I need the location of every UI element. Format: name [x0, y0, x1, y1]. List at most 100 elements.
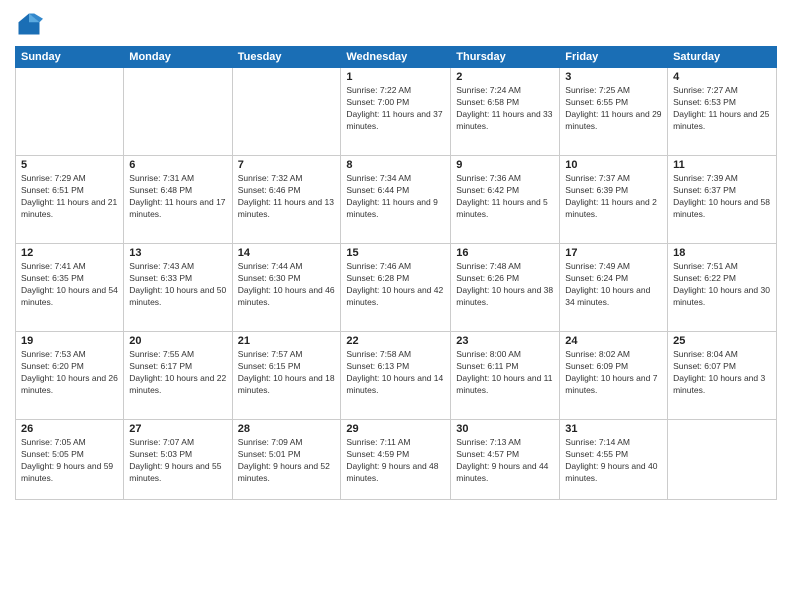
cell-info-text: Sunrise: 7:43 AM Sunset: 6:33 PM Dayligh… [129, 261, 226, 309]
header [15, 10, 777, 38]
cell-info-text: Sunrise: 7:53 AM Sunset: 6:20 PM Dayligh… [21, 349, 118, 397]
cell-info-text: Sunrise: 7:22 AM Sunset: 7:00 PM Dayligh… [346, 85, 445, 133]
calendar-cell [668, 420, 777, 500]
calendar-cell: 22Sunrise: 7:58 AM Sunset: 6:13 PM Dayli… [341, 332, 451, 420]
cell-info-text: Sunrise: 7:32 AM Sunset: 6:46 PM Dayligh… [238, 173, 336, 221]
cell-info-text: Sunrise: 7:48 AM Sunset: 6:26 PM Dayligh… [456, 261, 554, 309]
logo-icon [15, 10, 43, 38]
calendar-cell: 17 Sunrise: 7:49 AM Sunset: 6:24 PM Dayli… [560, 244, 668, 332]
cell-info-text: Sunrise: 7:34 AM Sunset: 6:44 PM Dayligh… [346, 173, 445, 221]
cell-info-text: Sunrise: 7:29 AM Sunset: 6:51 PM Dayligh… [21, 173, 118, 221]
cell-date-number: 21 [238, 335, 336, 347]
cell-date-number: 23 [456, 335, 554, 347]
cell-info-text: Sunrise: 7:41 AM Sunset: 6:35 PM Dayligh… [21, 261, 118, 309]
day-header-sunday: Sunday [16, 47, 124, 68]
cell-info-text: Sunrise: 7:58 AM Sunset: 6:13 PM Dayligh… [346, 349, 445, 397]
cell-date-number: 25 [673, 335, 771, 347]
cell-info-text: Sunrise: 8:00 AM Sunset: 6:11 PM Dayligh… [456, 349, 554, 397]
cell-date-number: 8 [346, 159, 445, 171]
day-header-wednesday: Wednesday [341, 47, 451, 68]
calendar-cell: 28Sunrise: 7:09 AM Sunset: 5:01 PM Dayli… [232, 420, 341, 500]
calendar-cell: 7 Sunrise: 7:32 AM Sunset: 6:46 PM Daylig… [232, 156, 341, 244]
calendar-week-4: 19 Sunrise: 7:53 AM Sunset: 6:20 PM Dayli… [16, 332, 777, 420]
calendar-cell: 8 Sunrise: 7:34 AM Sunset: 6:44 PM Daylig… [341, 156, 451, 244]
cell-date-number: 26 [21, 423, 118, 435]
day-header-tuesday: Tuesday [232, 47, 341, 68]
cell-date-number: 20 [129, 335, 226, 347]
cell-info-text: Sunrise: 8:04 AM Sunset: 6:07 PM Dayligh… [673, 349, 771, 397]
calendar-cell [124, 68, 232, 156]
cell-info-text: Sunrise: 7:55 AM Sunset: 6:17 PM Dayligh… [129, 349, 226, 397]
cell-info-text: Sunrise: 7:51 AM Sunset: 6:22 PM Dayligh… [673, 261, 771, 309]
cell-date-number: 19 [21, 335, 118, 347]
calendar-cell: 16 Sunrise: 7:48 AM Sunset: 6:26 PM Dayli… [451, 244, 560, 332]
day-header-thursday: Thursday [451, 47, 560, 68]
calendar-cell: 30 Sunrise: 7:13 AM Sunset: 4:57 PM Dayli… [451, 420, 560, 500]
cell-date-number: 29 [346, 423, 445, 435]
calendar-cell: 15Sunrise: 7:46 AM Sunset: 6:28 PM Dayli… [341, 244, 451, 332]
calendar-week-2: 5 Sunrise: 7:29 AM Sunset: 6:51 PM Daylig… [16, 156, 777, 244]
cell-date-number: 5 [21, 159, 118, 171]
cell-date-number: 13 [129, 247, 226, 259]
cell-info-text: Sunrise: 7:24 AM Sunset: 6:58 PM Dayligh… [456, 85, 554, 133]
cell-info-text: Sunrise: 7:49 AM Sunset: 6:24 PM Dayligh… [565, 261, 662, 309]
day-header-saturday: Saturday [668, 47, 777, 68]
cell-date-number: 1 [346, 71, 445, 83]
cell-info-text: Sunrise: 7:37 AM Sunset: 6:39 PM Dayligh… [565, 173, 662, 221]
calendar-cell: 1 Sunrise: 7:22 AM Sunset: 7:00 PM Daylig… [341, 68, 451, 156]
calendar-cell [16, 68, 124, 156]
calendar-cell: 9 Sunrise: 7:36 AM Sunset: 6:42 PM Daylig… [451, 156, 560, 244]
cell-date-number: 12 [21, 247, 118, 259]
calendar-cell: 21 Sunrise: 7:57 AM Sunset: 6:15 PM Dayli… [232, 332, 341, 420]
calendar-cell: 29 Sunrise: 7:11 AM Sunset: 4:59 PM Dayli… [341, 420, 451, 500]
cell-info-text: Sunrise: 8:02 AM Sunset: 6:09 PM Dayligh… [565, 349, 662, 397]
cell-info-text: Sunrise: 7:46 AM Sunset: 6:28 PM Dayligh… [346, 261, 445, 309]
cell-date-number: 27 [129, 423, 226, 435]
calendar-cell: 31Sunrise: 7:14 AM Sunset: 4:55 PM Dayli… [560, 420, 668, 500]
calendar-cell: 11Sunrise: 7:39 AM Sunset: 6:37 PM Dayli… [668, 156, 777, 244]
calendar-cell [232, 68, 341, 156]
calendar-cell: 12 Sunrise: 7:41 AM Sunset: 6:35 PM Dayli… [16, 244, 124, 332]
calendar-table: SundayMondayTuesdayWednesdayThursdayFrid… [15, 46, 777, 500]
cell-info-text: Sunrise: 7:44 AM Sunset: 6:30 PM Dayligh… [238, 261, 336, 309]
cell-info-text: Sunrise: 7:25 AM Sunset: 6:55 PM Dayligh… [565, 85, 662, 133]
cell-info-text: Sunrise: 7:13 AM Sunset: 4:57 PM Dayligh… [456, 437, 554, 485]
cell-info-text: Sunrise: 7:07 AM Sunset: 5:03 PM Dayligh… [129, 437, 226, 485]
calendar-cell: 5 Sunrise: 7:29 AM Sunset: 6:51 PM Daylig… [16, 156, 124, 244]
calendar-cell: 19 Sunrise: 7:53 AM Sunset: 6:20 PM Dayli… [16, 332, 124, 420]
calendar-cell: 26 Sunrise: 7:05 AM Sunset: 5:05 PM Dayli… [16, 420, 124, 500]
calendar-cell: 27 Sunrise: 7:07 AM Sunset: 5:03 PM Dayli… [124, 420, 232, 500]
calendar-cell: 24Sunrise: 8:02 AM Sunset: 6:09 PM Dayli… [560, 332, 668, 420]
cell-date-number: 7 [238, 159, 336, 171]
cell-info-text: Sunrise: 7:05 AM Sunset: 5:05 PM Dayligh… [21, 437, 118, 485]
cell-date-number: 3 [565, 71, 662, 83]
calendar-week-5: 26 Sunrise: 7:05 AM Sunset: 5:05 PM Dayli… [16, 420, 777, 500]
cell-date-number: 17 [565, 247, 662, 259]
cell-date-number: 9 [456, 159, 554, 171]
cell-date-number: 30 [456, 423, 554, 435]
logo [15, 10, 47, 38]
calendar-week-1: 1 Sunrise: 7:22 AM Sunset: 7:00 PM Daylig… [16, 68, 777, 156]
cell-info-text: Sunrise: 7:36 AM Sunset: 6:42 PM Dayligh… [456, 173, 554, 221]
cell-date-number: 4 [673, 71, 771, 83]
day-header-monday: Monday [124, 47, 232, 68]
calendar-cell: 4 Sunrise: 7:27 AM Sunset: 6:53 PM Daylig… [668, 68, 777, 156]
cell-info-text: Sunrise: 7:27 AM Sunset: 6:53 PM Dayligh… [673, 85, 771, 133]
day-header-friday: Friday [560, 47, 668, 68]
cell-info-text: Sunrise: 7:09 AM Sunset: 5:01 PM Dayligh… [238, 437, 336, 485]
cell-date-number: 31 [565, 423, 662, 435]
calendar-cell: 3 Sunrise: 7:25 AM Sunset: 6:55 PM Daylig… [560, 68, 668, 156]
cell-info-text: Sunrise: 7:57 AM Sunset: 6:15 PM Dayligh… [238, 349, 336, 397]
cell-info-text: Sunrise: 7:11 AM Sunset: 4:59 PM Dayligh… [346, 437, 445, 485]
cell-date-number: 16 [456, 247, 554, 259]
calendar-header-row: SundayMondayTuesdayWednesdayThursdayFrid… [16, 47, 777, 68]
calendar-week-3: 12 Sunrise: 7:41 AM Sunset: 6:35 PM Dayli… [16, 244, 777, 332]
calendar-cell: 25 Sunrise: 8:04 AM Sunset: 6:07 PM Dayli… [668, 332, 777, 420]
calendar-cell: 2 Sunrise: 7:24 AM Sunset: 6:58 PM Daylig… [451, 68, 560, 156]
calendar-cell: 18Sunrise: 7:51 AM Sunset: 6:22 PM Dayli… [668, 244, 777, 332]
cell-date-number: 2 [456, 71, 554, 83]
calendar-cell: 13 Sunrise: 7:43 AM Sunset: 6:33 PM Dayli… [124, 244, 232, 332]
cell-info-text: Sunrise: 7:39 AM Sunset: 6:37 PM Dayligh… [673, 173, 771, 221]
calendar-cell: 6Sunrise: 7:31 AM Sunset: 6:48 PM Daylig… [124, 156, 232, 244]
calendar-cell: 10Sunrise: 7:37 AM Sunset: 6:39 PM Dayli… [560, 156, 668, 244]
